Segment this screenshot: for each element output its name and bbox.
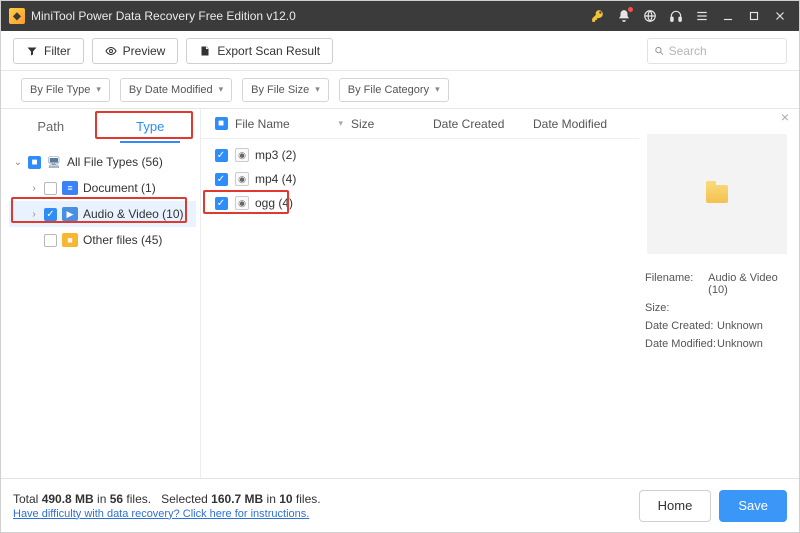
file-type-tree: ⌄ ■ 🖥 All File Types (56) › ≡ Document (… <box>1 143 200 257</box>
tree-label: Other files (45) <box>83 233 162 247</box>
window-title: MiniTool Power Data Recovery Free Editio… <box>31 9 296 23</box>
video-icon: ▶ <box>62 207 78 221</box>
globe-icon[interactable] <box>637 2 663 30</box>
filter-by-date[interactable]: By Date Modified▾ <box>120 78 232 102</box>
minimize-icon[interactable] <box>715 2 741 30</box>
filetype-icon: ◉ <box>235 196 249 210</box>
folder-icon <box>706 185 728 203</box>
search-input[interactable] <box>669 44 780 58</box>
bell-icon[interactable] <box>611 2 637 30</box>
main-area: Path Type ⌄ ■ 🖥 All File Types (56) › ≡ … <box>1 109 799 478</box>
filter-row: By File Type▾ By Date Modified▾ By File … <box>1 71 799 109</box>
export-icon <box>199 45 211 57</box>
checkbox[interactable]: ■ <box>28 156 41 169</box>
filter-by-type[interactable]: By File Type▾ <box>21 78 110 102</box>
list-item[interactable]: ✓ ◉ ogg (4) <box>207 191 639 215</box>
checkbox[interactable] <box>44 234 57 247</box>
list-item[interactable]: ✓ ◉ mp3 (2) <box>207 143 639 167</box>
list-item[interactable]: ✓ ◉ mp4 (4) <box>207 167 639 191</box>
tree-label: All File Types (56) <box>67 155 163 169</box>
detail-panel: × Filename:Audio & Video (10) Size: Date… <box>639 109 799 478</box>
export-label: Export Scan Result <box>217 44 320 58</box>
save-button[interactable]: Save <box>719 490 787 522</box>
chevron-down-icon: ▾ <box>219 84 224 95</box>
headphones-icon[interactable] <box>663 2 689 30</box>
filter-label: Filter <box>44 44 71 58</box>
tree-node-all[interactable]: ⌄ ■ 🖥 All File Types (56) <box>9 149 196 175</box>
tree-node-document[interactable]: › ≡ Document (1) <box>9 175 196 201</box>
chevron-down-icon: ▾ <box>96 84 101 95</box>
status-text: Total 490.8 MB in 56 files. Selected 160… <box>13 492 321 506</box>
chevron-right-icon: › <box>29 209 39 220</box>
maximize-icon[interactable] <box>741 2 767 30</box>
search-box[interactable] <box>647 38 787 64</box>
chevron-right-icon: › <box>29 183 39 194</box>
home-button[interactable]: Home <box>639 490 712 522</box>
file-rows: ✓ ◉ mp3 (2) ✓ ◉ mp4 (4) ✓ ◉ ogg (4) <box>201 139 639 215</box>
thumbnail <box>647 134 787 254</box>
toolbar: Filter Preview Export Scan Result <box>1 31 799 71</box>
app-logo-icon: ◆ <box>9 8 25 24</box>
checkbox[interactable] <box>44 182 57 195</box>
chevron-down-icon: ⌄ <box>13 157 23 168</box>
checkbox[interactable]: ✓ <box>215 197 228 210</box>
sort-icon[interactable]: ▾ <box>338 118 343 129</box>
detail-filename-val: Audio & Video (10) <box>708 272 789 296</box>
titlebar: ◆ MiniTool Power Data Recovery Free Edit… <box>1 1 799 31</box>
monitor-icon: 🖥 <box>46 155 62 169</box>
close-icon[interactable] <box>767 2 793 30</box>
file-name: mp3 (2) <box>255 148 296 162</box>
col-name[interactable]: File Name <box>235 117 290 131</box>
file-list-panel: ■ File Name ▾ Size Date Created Date Modi… <box>201 109 639 478</box>
tree-node-other[interactable]: ■ Other files (45) <box>9 227 196 253</box>
detail-modified-key: Date Modified: <box>645 338 717 350</box>
export-button[interactable]: Export Scan Result <box>186 38 333 64</box>
chevron-down-icon: ▾ <box>435 84 440 95</box>
tree-node-audio-video[interactable]: › ✓ ▶ Audio & Video (10) <box>9 201 196 227</box>
checkbox[interactable]: ✓ <box>44 208 57 221</box>
close-panel-icon[interactable]: × <box>781 109 789 125</box>
chevron-down-icon: ▾ <box>315 84 320 95</box>
detail-filename-key: Filename: <box>645 272 708 296</box>
help-link[interactable]: Have difficulty with data recovery? Clic… <box>13 508 321 520</box>
tree-label: Audio & Video (10) <box>83 207 184 221</box>
tab-path[interactable]: Path <box>1 109 101 143</box>
filter-by-size[interactable]: By File Size▾ <box>242 78 329 102</box>
eye-icon <box>105 45 117 57</box>
filetype-icon: ◉ <box>235 172 249 186</box>
col-size[interactable]: Size <box>351 117 374 131</box>
file-name: ogg (4) <box>255 196 293 210</box>
notification-dot-icon <box>628 7 633 12</box>
sidebar-tabs: Path Type <box>1 109 200 143</box>
checkbox[interactable]: ✓ <box>215 149 228 162</box>
preview-button[interactable]: Preview <box>92 38 179 64</box>
filetype-icon: ◉ <box>235 148 249 162</box>
app-window: ◆ MiniTool Power Data Recovery Free Edit… <box>0 0 800 533</box>
funnel-icon <box>26 45 38 57</box>
search-icon <box>654 45 665 57</box>
column-headers: ■ File Name ▾ Size Date Created Date Modi… <box>201 109 639 139</box>
file-name: mp4 (4) <box>255 172 296 186</box>
header-checkbox[interactable]: ■ <box>215 117 228 130</box>
sidebar: Path Type ⌄ ■ 🖥 All File Types (56) › ≡ … <box>1 109 201 478</box>
document-icon: ≡ <box>62 181 78 195</box>
folder-icon: ■ <box>62 233 78 247</box>
detail-modified-val: Unknown <box>717 338 763 350</box>
hamburger-menu-icon[interactable] <box>689 2 715 30</box>
filter-by-category[interactable]: By File Category▾ <box>339 78 449 102</box>
tree-label: Document (1) <box>83 181 156 195</box>
detail-size-key: Size: <box>645 302 717 314</box>
col-created[interactable]: Date Created <box>433 117 504 131</box>
filter-button[interactable]: Filter <box>13 38 84 64</box>
detail-created-key: Date Created: <box>645 320 717 332</box>
checkbox[interactable]: ✓ <box>215 173 228 186</box>
status-bar: Total 490.8 MB in 56 files. Selected 160… <box>1 478 799 532</box>
tab-type[interactable]: Type <box>101 109 201 143</box>
col-modified[interactable]: Date Modified <box>533 117 607 131</box>
key-icon[interactable] <box>585 2 611 30</box>
preview-label: Preview <box>123 44 166 58</box>
detail-created-val: Unknown <box>717 320 763 332</box>
